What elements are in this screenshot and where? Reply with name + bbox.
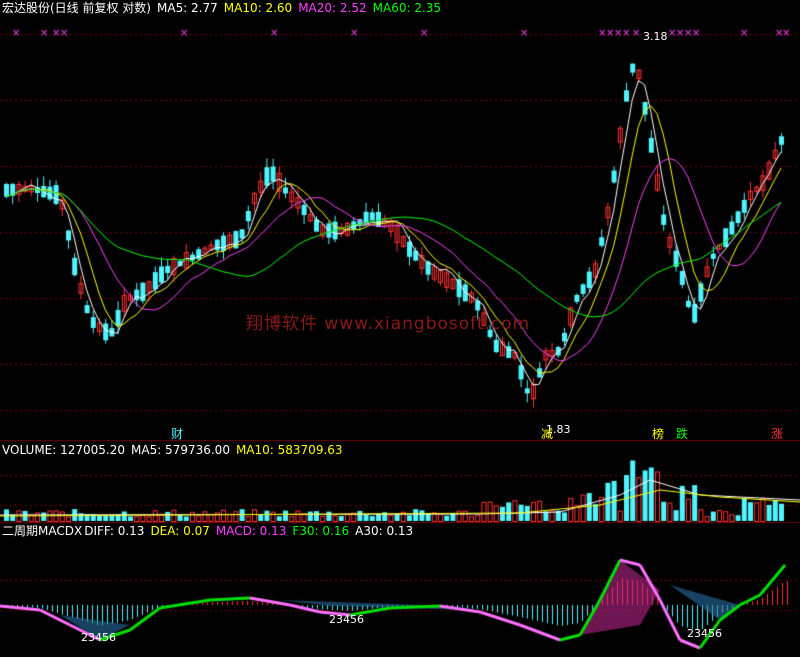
marker-cai[interactable]: 财	[170, 428, 184, 440]
high-price-label: 3.18	[643, 30, 668, 43]
dea-label: DEA: 0.07	[150, 524, 210, 538]
watermark-text: 翔博软件 www.xiangbosoft.com	[246, 314, 531, 334]
price-panel-header: 宏达股份(日线 前复权 对数) MA5: 2.77 MA10: 2.60 MA20: …	[2, 1, 447, 15]
ma20-label: MA20: 2.52	[298, 1, 367, 15]
stock-name-label: 宏达股份(日线 前复权 对数)	[2, 1, 151, 15]
macd-count-right: 23456	[687, 627, 722, 640]
vol-ma10-label: MA10: 583709.63	[235, 443, 343, 457]
volume-label: VOLUME: 127005.20	[2, 443, 125, 457]
macd-title-label: 二周期MACDX	[2, 524, 83, 538]
ma5-label: MA5: 2.77	[157, 1, 218, 15]
marker-bang[interactable]: 榜	[651, 428, 665, 440]
macd-count-mid: 23456	[329, 613, 364, 626]
ma10-label: MA10: 2.60	[223, 1, 293, 15]
volume-panel-header: VOLUME: 127005.20 MA5: 579736.00 MA10: 583…	[2, 443, 349, 457]
macd-label: MACD: 0.13	[215, 524, 287, 538]
marker-die[interactable]: 跌	[675, 428, 689, 440]
ma60-label: MA60: 2.35	[372, 1, 442, 15]
vol-ma5-label: MA5: 579736.00	[131, 443, 230, 457]
f30-label: F30: 0.16	[292, 524, 350, 538]
marker-jian[interactable]: 减	[540, 428, 554, 440]
diff-label: DIFF: 0.13	[84, 524, 145, 538]
marker-zhang[interactable]: 涨	[770, 428, 784, 440]
macd-panel-header: 二周期MACDX DIFF: 0.13 DEA: 0.07 MACD: 0.13 F30…	[2, 524, 419, 538]
macd-count-left: 23456	[81, 631, 116, 644]
a30-label: A30: 0.13	[355, 524, 414, 538]
